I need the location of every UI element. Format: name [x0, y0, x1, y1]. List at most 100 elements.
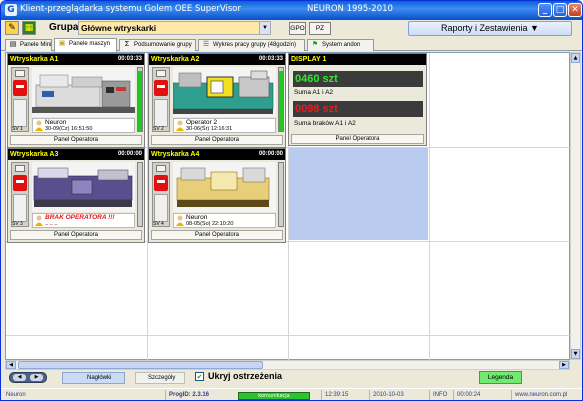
injection-machine-image	[173, 67, 276, 117]
signal-tower-icon: SV 4	[152, 162, 170, 227]
minimize-button[interactable]: _	[538, 3, 552, 17]
panel-operatora-button[interactable]: Panel Operatora	[291, 134, 424, 144]
machine-panel-a1[interactable]: Wtryskarka A1 00:03:33 SV 1 Neuron 30-09…	[7, 53, 145, 148]
app-window: G Klient-przeglądarka systemu Golem OEE …	[0, 0, 583, 401]
machine-panel-icon: ▣	[58, 40, 66, 47]
selected-cell[interactable]	[289, 148, 428, 240]
production-gauge	[278, 162, 284, 227]
operator-icon	[35, 120, 43, 131]
display-value-1: 0460 szt	[293, 71, 423, 87]
production-gauge	[137, 67, 143, 132]
display-panel[interactable]: DISPLAY 1 0460 szt Suma A1 i A2 0098 szt…	[288, 53, 427, 146]
machine-panel-a3[interactable]: Wtryskarka A3 00:00:00 SV 3 BRAK OPERATO…	[7, 148, 145, 243]
close-button[interactable]: ✕	[568, 3, 582, 17]
machine-panel-a4[interactable]: Wtryskarka A4 00:00:00 SV 4 Neuron 08-05…	[148, 148, 286, 243]
naglowki-button[interactable]: Nagłówki	[62, 372, 125, 384]
toolbar: ✎ ▦ Grupa Główne wtryskarki ▼ GPO PZ Rap…	[1, 20, 582, 37]
operator-icon	[176, 215, 184, 226]
tab-bar: ▤ Panele Mini ▣ Panele maszyn Σ Podsumow…	[1, 38, 582, 52]
display-caption-2: Suma braków A1 i A2	[294, 120, 356, 127]
sv-label: SV 1	[12, 126, 23, 132]
gpo-button[interactable]: GPO	[289, 22, 306, 35]
operator-name: Neuron	[45, 119, 67, 126]
scroll-left-icon[interactable]: ◀	[6, 361, 16, 369]
tab-panele-mini[interactable]: ▤ Panele Mini	[5, 39, 52, 51]
gauge-fill	[138, 71, 142, 131]
scroll-thumb[interactable]	[18, 361, 263, 369]
horizontal-scrollbar[interactable]: ◀ ▶	[5, 360, 570, 370]
machine-timer: 00:03:33	[117, 56, 142, 62]
tab-label: Panele Mini	[20, 42, 52, 48]
back-arrow-icon[interactable]: ◀	[13, 374, 26, 381]
production-gauge	[278, 67, 284, 132]
scroll-right-icon[interactable]: ▶	[559, 361, 569, 369]
scroll-up-icon[interactable]: ▲	[571, 53, 580, 63]
status-user: Neuron	[6, 392, 26, 398]
grupa-select[interactable]: Główne wtryskarki ▼	[78, 21, 271, 35]
machine-header: Wtryskarka A4 00:00:00	[149, 149, 285, 160]
operator-datetime: 08-05(So) 22:10:20	[186, 221, 234, 227]
machine-timer: 00:03:33	[258, 56, 283, 62]
status-info-time: 00:00:24	[453, 390, 509, 400]
chevron-down-icon[interactable]: ▼	[259, 22, 270, 34]
display-value-2: 0098 szt	[293, 101, 423, 117]
display-caption-1: Suma A1 i A2	[294, 89, 334, 96]
flag-icon: ⚑	[311, 41, 319, 48]
injection-machine-image	[32, 67, 135, 117]
injection-machine-image	[173, 162, 276, 212]
tab-label: Wykres pracy grupy (48godzin)	[213, 42, 296, 48]
operator-box: Neuron 08-05(So) 22:10:20	[173, 213, 276, 228]
window-title: Klient-przeglądarka systemu Golem OEE Su…	[20, 4, 241, 14]
machine-timer: 00:00:00	[117, 151, 142, 157]
tab-system-andon[interactable]: ⚑ System andon	[307, 39, 374, 51]
raporty-button[interactable]: Raporty i Zestawienia ▼	[408, 21, 572, 36]
machine-panel-a2[interactable]: Wtryskarka A2 00:03:33 SV 2 Operator 2 3…	[148, 53, 286, 148]
grupa-label: Grupa	[49, 22, 79, 33]
tab-podsumowanie-grupy[interactable]: Σ Podsumowanie grupy	[119, 39, 196, 51]
panel-operatora-button[interactable]: Panel Operatora	[151, 230, 283, 240]
signal-tower-icon: SV 1	[11, 67, 29, 132]
grid-icon[interactable]: ▦	[22, 21, 36, 35]
machine-header: Wtryskarka A3 00:00:00	[8, 149, 144, 160]
legenda-button[interactable]: Legenda	[479, 371, 522, 384]
panel-operatora-button[interactable]: Panel Operatora	[10, 135, 142, 145]
machine-name: Wtryskarka A2	[151, 56, 200, 63]
ukryj-label: Ukryj ostrzeżenia	[208, 371, 283, 381]
operator-box: Neuron 30-09(Cz) 16:51:50	[32, 118, 135, 133]
bottom-bar: ◀ ▶ Nagłówki Szczegóły ✔ Ukryj ostrzeżen…	[1, 370, 582, 387]
sv-label: SV 2	[153, 126, 164, 132]
operator-icon	[176, 120, 184, 131]
operator-icon	[35, 215, 43, 226]
machine-name: Wtryskarka A1	[10, 56, 59, 63]
status-time: 12:39:15	[321, 390, 367, 400]
tab-label: Podsumowanie grupy	[134, 42, 192, 48]
tab-label: System andon	[322, 42, 361, 48]
operator-box: Operator 2 30-06(Śr) 12:16:31	[173, 118, 276, 133]
operator-box: BRAK OPERATORA !!! -- -- --	[32, 213, 135, 228]
vertical-scrollbar[interactable]: ▲ ▼	[570, 52, 581, 360]
szczegoly-button[interactable]: Szczegóły	[135, 372, 185, 384]
operator-name: Operator 2	[186, 119, 218, 126]
machine-name: Wtryskarka A3	[10, 151, 59, 158]
injection-machine-image	[32, 162, 135, 212]
ukryj-checkbox[interactable]: ✔	[195, 372, 204, 381]
panel-operatora-button[interactable]: Panel Operatora	[10, 230, 142, 240]
grid-line	[6, 335, 571, 336]
forward-arrow-icon[interactable]: ▶	[30, 374, 43, 381]
chart-icon: ☰	[202, 41, 210, 48]
machine-timer: 00:00:00	[258, 151, 283, 157]
edit-icon[interactable]: ✎	[5, 21, 19, 35]
scroll-down-icon[interactable]: ▼	[571, 349, 580, 359]
panel-operatora-button[interactable]: Panel Operatora	[151, 135, 283, 145]
pz-button[interactable]: PZ	[309, 22, 331, 35]
tab-wykres-pracy[interactable]: ☰ Wykres pracy grupy (48godzin)	[198, 39, 305, 51]
display-header: DISPLAY 1	[289, 54, 426, 65]
operator-datetime: 30-06(Śr) 12:16:31	[186, 126, 233, 132]
komunikacja-indicator: komunikacja	[238, 392, 310, 400]
machine-header: Wtryskarka A1 00:03:33	[8, 54, 144, 65]
machine-header: Wtryskarka A2 00:03:33	[149, 54, 285, 65]
status-website[interactable]: www.neuron.com.pl	[511, 390, 581, 400]
tab-panele-maszyn[interactable]: ▣ Panele maszyn	[54, 38, 117, 52]
sv-label: SV 3	[12, 221, 23, 227]
maximize-button[interactable]: □	[553, 3, 567, 17]
